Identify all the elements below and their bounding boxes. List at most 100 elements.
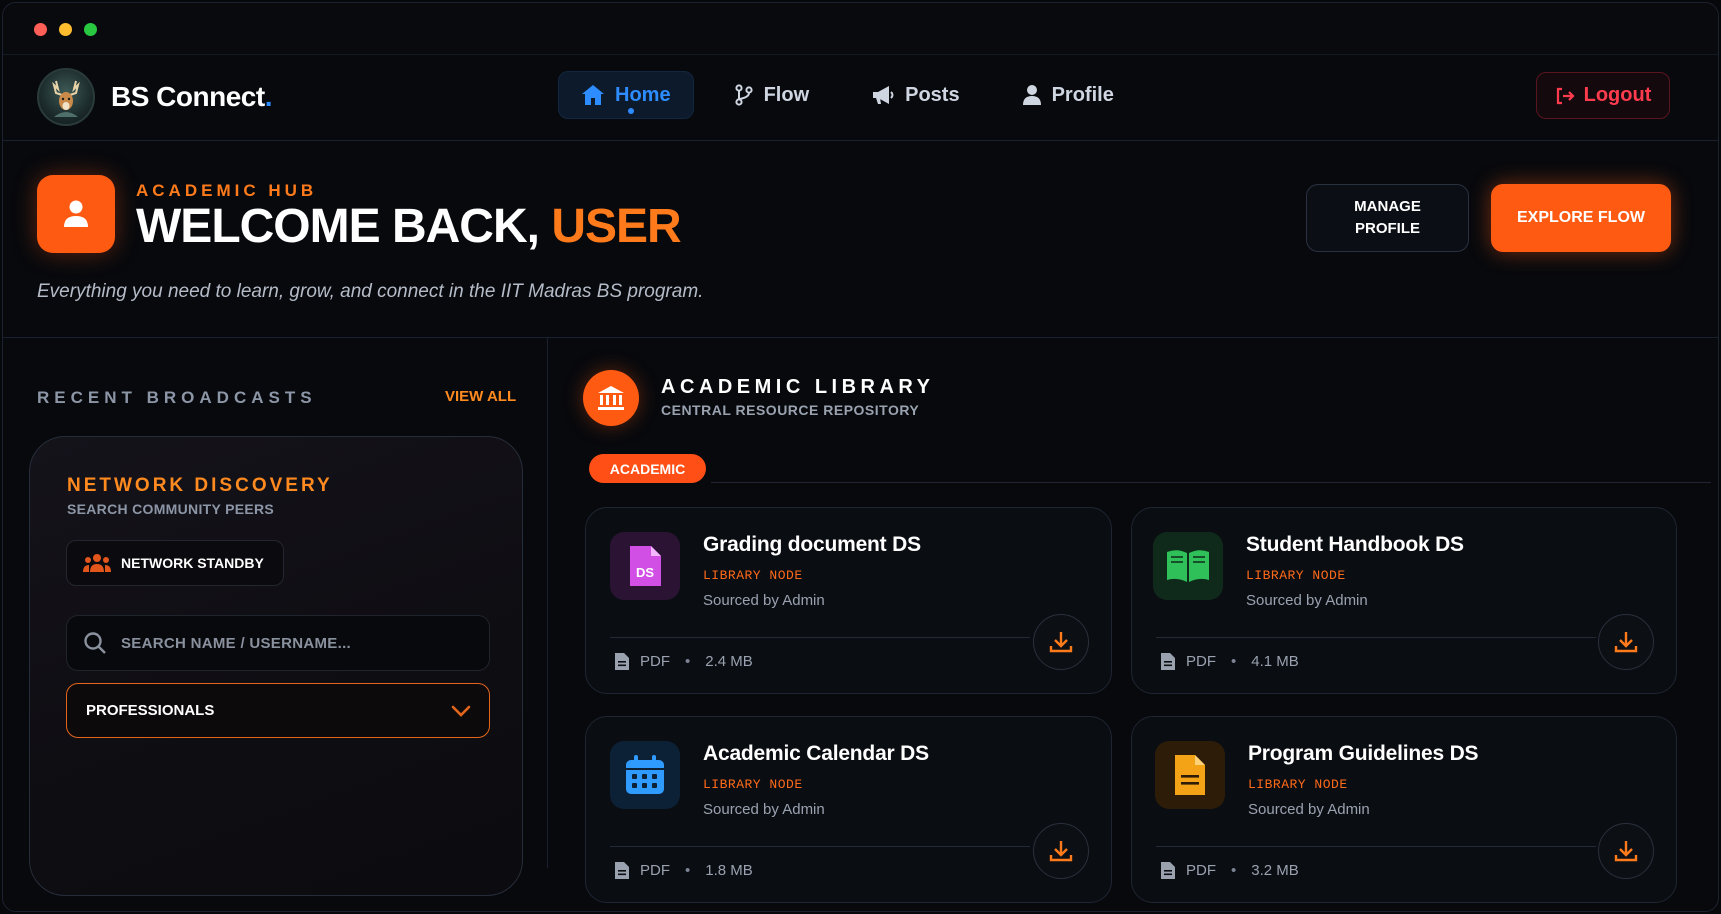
resource-card[interactable]: DS Grading document DS LIBRARY NODE Sour… <box>585 507 1112 694</box>
resource-type: PDF <box>640 653 670 670</box>
bank-icon <box>598 386 624 410</box>
main-content: RECENT BROADCASTS VIEW ALL NETWORK DISCO… <box>3 338 1718 903</box>
pdf-file-icon: DS <box>630 546 661 586</box>
hero-kicker: ACADEMIC HUB <box>136 181 318 200</box>
download-button[interactable] <box>1598 614 1654 670</box>
resource-source: Sourced by Admin <box>1246 592 1368 609</box>
library-title: ACADEMIC LIBRARY <box>661 376 935 398</box>
resource-card[interactable]: Program Guidelines DS LIBRARY NODE Sourc… <box>1131 716 1677 903</box>
resource-card[interactable]: Student Handbook DS LIBRARY NODE Sourced… <box>1131 507 1677 694</box>
title-bar <box>3 3 1718 55</box>
book-icon <box>1167 550 1209 582</box>
file-icon <box>1161 653 1175 670</box>
user-icon <box>64 200 88 227</box>
search-input[interactable] <box>121 634 461 652</box>
svg-text:DS: DS <box>636 565 654 580</box>
resource-title[interactable]: Academic Calendar DS <box>703 742 929 766</box>
nav-home-label: Home <box>615 83 671 106</box>
discovery-title: NETWORK DISCOVERY <box>67 475 333 496</box>
manage-profile-button[interactable]: MANAGE PROFILE <box>1306 184 1469 252</box>
resource-size: 2.4 MB <box>705 653 753 670</box>
app-window: BS Connect. Home Flow Posts Profile Logo… <box>2 2 1719 912</box>
recent-broadcasts-title: RECENT BROADCASTS <box>37 388 317 407</box>
file-icon <box>615 862 629 879</box>
resource-source: Sourced by Admin <box>703 592 825 609</box>
search-icon <box>84 632 106 654</box>
chevron-down-icon <box>451 705 471 717</box>
right-column: ACADEMIC LIBRARY CENTRAL RESOURCE REPOSI… <box>551 338 1718 903</box>
discovery-subtitle: SEARCH COMMUNITY PEERS <box>67 501 275 517</box>
download-icon <box>1049 632 1073 653</box>
user-icon <box>1022 85 1041 105</box>
resource-thumb <box>1155 741 1225 809</box>
resource-tag: LIBRARY NODE <box>703 777 803 792</box>
library-subtitle: CENTRAL RESOURCE REPOSITORY <box>661 402 920 418</box>
close-window-button[interactable] <box>34 23 47 36</box>
resource-type: PDF <box>1186 653 1216 670</box>
resource-type: PDF <box>1186 862 1216 879</box>
resource-size: 1.8 MB <box>705 862 753 879</box>
nav-profile[interactable]: Profile <box>1000 71 1136 119</box>
search-box[interactable] <box>66 615 490 671</box>
resource-title[interactable]: Student Handbook DS <box>1246 533 1464 557</box>
resource-divider <box>610 637 1030 638</box>
tab-divider <box>711 482 1711 483</box>
top-navbar: BS Connect. Home Flow Posts Profile Logo… <box>3 55 1718 141</box>
resource-divider <box>1156 846 1596 847</box>
brand-logo[interactable] <box>37 68 95 126</box>
resource-meta: PDF • 1.8 MB <box>614 861 753 880</box>
document-icon <box>1175 755 1205 795</box>
resource-meta: PDF • 3.2 MB <box>1160 861 1299 880</box>
resource-card[interactable]: Academic Calendar DS LIBRARY NODE Source… <box>585 716 1112 903</box>
resource-thumb <box>1153 532 1223 600</box>
resource-divider <box>1156 637 1596 638</box>
explore-flow-button[interactable]: EXPLORE FLOW <box>1491 184 1671 252</box>
resource-size: 4.1 MB <box>1251 653 1299 670</box>
left-column: RECENT BROADCASTS VIEW ALL NETWORK DISCO… <box>3 338 548 896</box>
file-icon <box>615 653 629 670</box>
resource-meta: PDF • 2.4 MB <box>614 652 753 671</box>
main-nav: Home Flow Posts Profile <box>558 71 1136 119</box>
hero-title: WELCOME BACK, USER <box>136 200 682 253</box>
resource-source: Sourced by Admin <box>1248 801 1370 818</box>
category-select-value: PROFESSIONALS <box>86 702 215 719</box>
download-button[interactable] <box>1033 823 1089 879</box>
view-all-link[interactable]: VIEW ALL <box>445 388 516 405</box>
branch-icon <box>734 84 753 106</box>
hero-user-icon <box>37 175 115 253</box>
resource-type: PDF <box>640 862 670 879</box>
category-select[interactable]: PROFESSIONALS <box>66 683 490 738</box>
download-icon <box>1049 841 1073 862</box>
resource-thumb <box>610 741 680 809</box>
download-button[interactable] <box>1033 614 1089 670</box>
brand-name: BS Connect. <box>111 81 272 112</box>
network-standby-badge: NETWORK STANDBY <box>66 540 284 586</box>
resource-source: Sourced by Admin <box>703 801 825 818</box>
minimize-window-button[interactable] <box>59 23 72 36</box>
resource-title[interactable]: Grading document DS <box>703 533 921 557</box>
library-icon <box>583 370 639 426</box>
megaphone-icon <box>873 86 894 104</box>
tab-academic[interactable]: ACADEMIC <box>589 454 706 483</box>
resource-tag: LIBRARY NODE <box>1246 568 1346 583</box>
stag-icon <box>52 80 80 117</box>
hero-subtitle: Everything you need to learn, grow, and … <box>37 281 704 302</box>
nav-posts-label: Posts <box>905 83 960 106</box>
nav-flow-label: Flow <box>763 83 810 106</box>
hero-section: ACADEMIC HUB WELCOME BACK, USER Everythi… <box>3 141 1718 338</box>
resource-divider <box>610 846 1030 847</box>
nav-home[interactable]: Home <box>558 71 694 119</box>
resource-title[interactable]: Program Guidelines DS <box>1248 742 1479 766</box>
nav-profile-label: Profile <box>1051 83 1114 106</box>
nav-posts[interactable]: Posts <box>849 71 981 119</box>
home-icon <box>582 85 604 105</box>
standby-label: NETWORK STANDBY <box>121 555 264 571</box>
maximize-window-button[interactable] <box>84 23 97 36</box>
logout-button[interactable]: Logout <box>1536 72 1670 119</box>
nav-flow[interactable]: Flow <box>712 71 832 119</box>
download-button[interactable] <box>1598 823 1654 879</box>
logout-icon <box>1556 87 1575 104</box>
resource-size: 3.2 MB <box>1251 862 1299 879</box>
network-discovery-card: NETWORK DISCOVERY SEARCH COMMUNITY PEERS… <box>29 436 523 896</box>
logout-label: Logout <box>1583 84 1652 106</box>
